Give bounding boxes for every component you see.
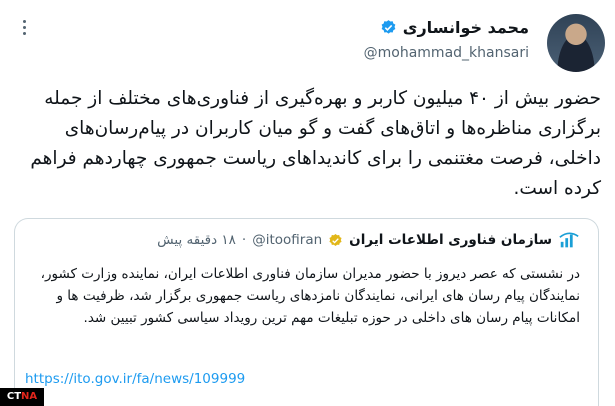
quoted-author-handle[interactable]: @itoofiran	[252, 232, 322, 248]
quoted-author-name[interactable]: سازمان فناوری اطلاعات ایران	[349, 232, 552, 248]
more-options-icon[interactable]	[18, 20, 30, 35]
watermark-suffix: NA	[21, 391, 38, 402]
author-header: محمد خوانساری	[380, 18, 529, 37]
quoted-tweet[interactable]: سازمان فناوری اطلاعات ایران @itoofiran ·…	[14, 218, 599, 406]
quoted-tweet-text: در نشستی که عصر دیروز با حضور مدیران ساز…	[40, 266, 580, 326]
author-handle[interactable]: @mohammad_khansari	[364, 45, 529, 61]
verified-badge-icon	[381, 20, 396, 34]
separator-dot: ·	[241, 232, 247, 248]
gold-check-badge-icon	[329, 233, 342, 246]
ctna-watermark: CTNA	[0, 388, 44, 406]
avatar[interactable]	[547, 14, 605, 72]
author-name[interactable]: محمد خوانساری	[403, 18, 529, 37]
watermark-prefix: CT	[6, 391, 22, 402]
tweet-text: حضور بیش از ۴۰ میلیون کاربر و بهره‌گیری …	[30, 88, 601, 199]
quoted-tweet-header: سازمان فناوری اطلاعات ایران @itoofiran ·…	[157, 229, 580, 251]
ito-logo-icon	[559, 232, 579, 248]
quoted-timestamp[interactable]: ۱۸ دقیقه پیش	[157, 232, 236, 248]
news-link[interactable]: https://ito.gov.ir/fa/news/109999	[25, 371, 245, 387]
